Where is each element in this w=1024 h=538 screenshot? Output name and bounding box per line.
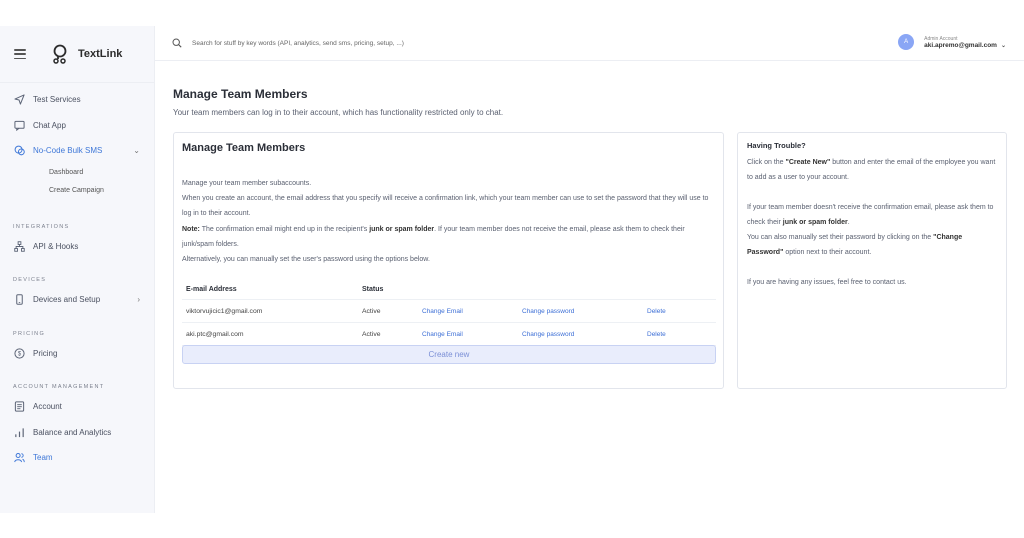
help-line: If your team member doesn't receive the … xyxy=(747,200,997,230)
member-email: aki.ptc@gmail.com xyxy=(186,330,244,338)
change-password-link[interactable]: Change password xyxy=(522,331,574,338)
help-line: Click on the "Create New" button and ent… xyxy=(747,155,997,185)
note-bold: junk or spam folder xyxy=(369,225,435,233)
sidebar: TextLink Test Services Chat App No-Code … xyxy=(0,26,155,513)
chevron-down-icon: ⌄ xyxy=(1000,42,1006,49)
help-title: Having Trouble? xyxy=(747,141,806,150)
document-icon xyxy=(13,401,25,413)
sidebar-item-label: Chat App xyxy=(33,120,66,130)
user-menu[interactable]: A Admin Account aki.apremo@gmail.com ⌄ xyxy=(898,34,1006,50)
sidebar-item-chat-app[interactable]: Chat App xyxy=(0,113,154,139)
hierarchy-icon xyxy=(13,240,25,252)
section-account: ACCOUNT MANAGEMENT xyxy=(13,384,105,390)
help-text: . xyxy=(847,219,850,226)
sidebar-item-label: No-Code Bulk SMS xyxy=(33,146,103,156)
create-new-button[interactable]: Create new xyxy=(182,345,716,364)
description-line: When you create an account, the email ad… xyxy=(182,195,709,218)
sidebar-item-label: Balance and Analytics xyxy=(33,427,112,437)
sidebar-item-pricing[interactable]: $ Pricing xyxy=(0,341,154,367)
description-line: Manage your team member subaccounts. xyxy=(182,180,312,187)
member-status: Active xyxy=(362,330,381,338)
user-info: Admin Account aki.apremo@gmail.com ⌄ xyxy=(924,36,1006,49)
delete-link[interactable]: Delete xyxy=(647,308,666,315)
help-line: If you are having any issues, feel free … xyxy=(747,279,907,286)
note-label: Note: xyxy=(182,225,200,233)
table-row: viktorvujicic1@gmail.com Active Change E… xyxy=(182,300,716,323)
help-text: option next to their account. xyxy=(783,249,872,256)
chevron-right-icon: › xyxy=(137,295,140,305)
note-text: The confirmation email might end up in t… xyxy=(199,225,370,233)
sidebar-item-label: API & Hooks xyxy=(33,241,79,251)
help-line: You can also manually set their password… xyxy=(747,230,997,260)
brand-name: TextLink xyxy=(78,48,123,60)
help-bold: junk or spam folder xyxy=(782,219,848,226)
note-line: Note: The confirmation email might end u… xyxy=(182,222,717,252)
help-card: Having Trouble? Click on the "Create New… xyxy=(737,132,1007,389)
card-description: Manage your team member subaccounts. Whe… xyxy=(182,176,717,267)
send-icon xyxy=(13,94,25,106)
section-integrations: INTEGRATIONS xyxy=(13,223,70,230)
sidebar-nav: Test Services Chat App No-Code Bulk SMS … xyxy=(0,83,154,471)
sidebar-item-balance[interactable]: Balance and Analytics xyxy=(0,420,154,446)
change-password-link[interactable]: Change password xyxy=(522,308,574,315)
menu-icon[interactable] xyxy=(14,49,26,59)
section-devices: DEVICES xyxy=(13,277,47,283)
change-email-link[interactable]: Change Email xyxy=(422,308,463,315)
sidebar-item-bulk-sms[interactable]: No-Code Bulk SMS ⌄ xyxy=(0,138,154,164)
section-pricing: PRICING xyxy=(13,330,46,337)
bar-chart-icon xyxy=(13,426,25,438)
sidebar-item-label: Account xyxy=(33,402,62,412)
sidebar-item-account[interactable]: Account xyxy=(0,394,154,420)
search-icon xyxy=(172,38,182,48)
user-email: aki.apremo@gmail.com ⌄ xyxy=(924,42,1006,49)
change-email-link[interactable]: Change Email xyxy=(422,331,463,338)
table-header: E-mail Address Status xyxy=(182,279,716,300)
svg-text:$: $ xyxy=(17,351,21,357)
brand-bar: TextLink xyxy=(0,26,154,83)
col-status-header: Status xyxy=(362,285,384,293)
main-content: A Admin Account aki.apremo@gmail.com⌄ Ma… xyxy=(155,26,1024,513)
help-text: You can also manually set their password… xyxy=(747,234,934,241)
sidebar-item-label: Pricing xyxy=(33,348,58,358)
col-email-header: E-mail Address xyxy=(186,285,237,293)
help-text: Click on the xyxy=(747,159,786,166)
card-title: Manage Team Members xyxy=(182,142,306,154)
sidebar-subitem-create-campaign[interactable]: Create Campaign xyxy=(0,182,154,200)
app-frame: TextLink Test Services Chat App No-Code … xyxy=(0,26,1024,513)
sidebar-item-test-services[interactable]: Test Services xyxy=(0,87,154,113)
sidebar-item-label: Devices and Setup xyxy=(33,295,101,305)
description-line: Alternatively, you can manually set the … xyxy=(182,256,430,264)
logo-icon xyxy=(53,44,67,64)
help-body: Click on the "Create New" button and ent… xyxy=(747,155,997,290)
sidebar-subitem-dashboard[interactable]: Dashboard xyxy=(0,164,154,182)
member-email: viktorvujicic1@gmail.com xyxy=(186,307,263,315)
sidebar-item-team[interactable]: Team xyxy=(0,445,154,471)
top-bar: A Admin Account aki.apremo@gmail.com⌄ xyxy=(155,26,1024,61)
help-bold: "Create New" xyxy=(785,159,831,166)
sidebar-item-label: Test Services xyxy=(33,95,81,105)
avatar: A xyxy=(898,34,915,50)
user-email-text: aki.apremo@gmail.com xyxy=(924,41,997,49)
dollar-icon: $ xyxy=(13,347,25,359)
sidebar-item-label: Team xyxy=(33,453,53,463)
page-title: Manage Team Members xyxy=(173,87,308,101)
sidebar-item-devices[interactable]: Devices and Setup › xyxy=(0,287,154,313)
chat-icon xyxy=(13,119,25,131)
chevron-down-icon: ⌄ xyxy=(133,146,140,156)
users-icon xyxy=(13,452,25,464)
search-input[interactable] xyxy=(192,39,592,47)
phone-icon xyxy=(13,294,25,306)
page-subtitle: Your team members can log in to their ac… xyxy=(173,108,504,117)
delete-link[interactable]: Delete xyxy=(647,331,666,338)
sms-icon xyxy=(13,145,25,157)
table-row: aki.ptc@gmail.com Active Change Email Ch… xyxy=(182,323,716,346)
member-status: Active xyxy=(362,307,381,315)
sidebar-item-api-hooks[interactable]: API & Hooks xyxy=(0,234,154,260)
members-table: E-mail Address Status viktorvujicic1@gma… xyxy=(182,279,716,346)
team-members-card: Manage Team Members Manage your team mem… xyxy=(173,132,724,389)
